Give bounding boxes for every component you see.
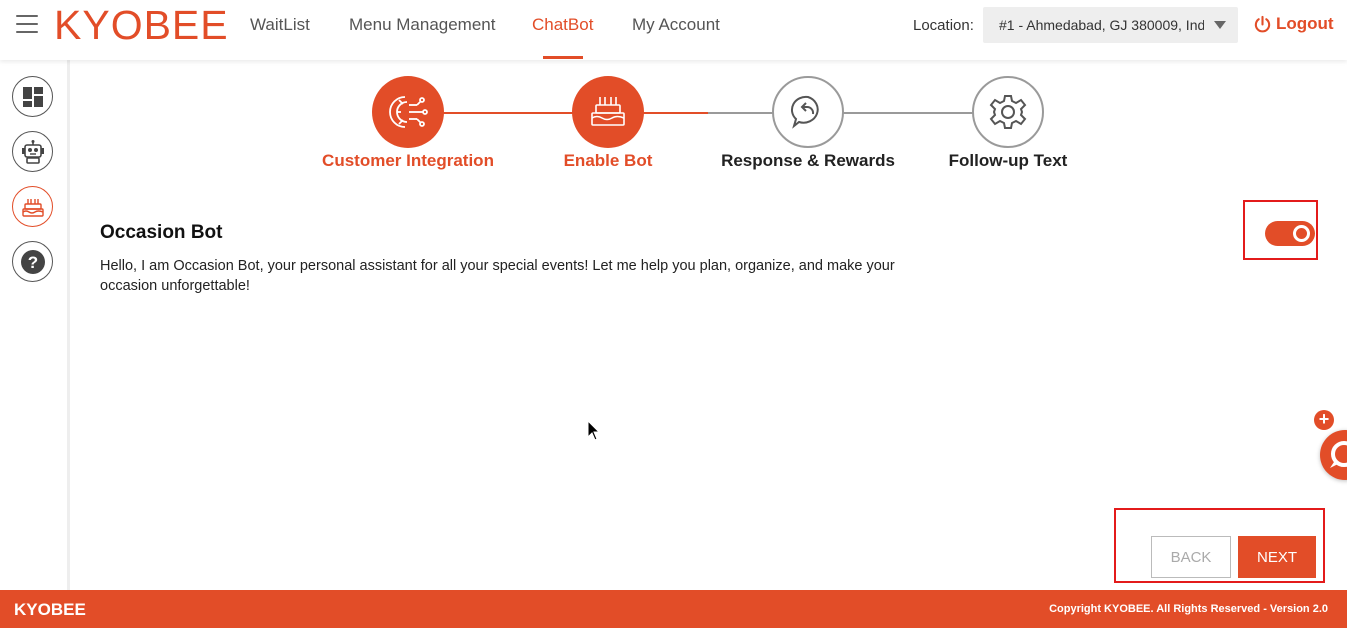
nav-menu-management[interactable]: Menu Management — [349, 15, 495, 35]
birthday-cake-icon — [21, 198, 44, 217]
svg-text:?: ? — [27, 253, 37, 272]
mouse-cursor-icon — [587, 420, 601, 441]
logout-label: Logout — [1276, 14, 1334, 33]
chat-support-icon[interactable] — [1320, 430, 1347, 480]
next-button[interactable]: NEXT — [1238, 536, 1316, 578]
help-icon: ? — [20, 249, 45, 274]
app-root: KYOBEE WaitList Menu Management ChatBot … — [0, 0, 1347, 628]
step-enable-bot[interactable] — [572, 76, 644, 148]
birthday-cake-icon — [591, 97, 625, 126]
step-label-enable-bot: Enable Bot — [563, 151, 653, 170]
step-label-response-rewards: Response & Rewards — [721, 151, 895, 170]
nav-chatbot[interactable]: ChatBot — [532, 15, 593, 35]
step-label-follow-up-text: Follow-up Text — [948, 151, 1068, 170]
top-header: KYOBEE WaitList Menu Management ChatBot … — [0, 0, 1347, 60]
sidebar-item-occasion[interactable] — [12, 186, 53, 227]
hamburger-menu-icon[interactable] — [16, 15, 38, 35]
step-response-rewards[interactable] — [772, 76, 844, 148]
reply-chat-icon — [790, 95, 819, 129]
dashboard-icon — [22, 86, 43, 107]
nav-buttons-highlight-box: BACK NEXT — [1114, 508, 1325, 583]
robot-icon — [21, 139, 44, 164]
caret-down-icon — [1214, 21, 1226, 29]
nav-waitlist[interactable]: WaitList — [250, 15, 310, 35]
integration-icon — [389, 96, 428, 128]
add-chat-icon[interactable]: + — [1314, 410, 1334, 430]
step-follow-up-text[interactable] — [972, 76, 1044, 148]
logout-button[interactable]: Logout — [1253, 14, 1334, 34]
location-value: #1 - Ahmedabad, GJ 380009, India — [999, 17, 1204, 33]
footer-copyright: Copyright KYOBEE. All Rights Reserved - … — [1049, 603, 1328, 615]
back-button[interactable]: BACK — [1151, 536, 1231, 578]
toggle-knob — [1293, 225, 1310, 242]
gear-icon — [989, 95, 1027, 129]
power-icon — [1254, 15, 1271, 32]
footer-brand: KYOBEE — [14, 600, 86, 619]
sidebar-item-help[interactable]: ? — [12, 241, 53, 282]
footer: KYOBEE Copyright KYOBEE. All Rights Rese… — [0, 590, 1347, 628]
enable-bot-toggle[interactable] — [1265, 221, 1315, 246]
step-customer-integration[interactable] — [372, 76, 444, 148]
toggle-highlight-box — [1243, 200, 1318, 260]
bot-description: Hello, I am Occasion Bot, your personal … — [100, 258, 895, 294]
bot-title: Occasion Bot — [100, 222, 223, 243]
active-nav-indicator — [543, 56, 583, 59]
brand-logo[interactable]: KYOBEE — [54, 2, 229, 49]
sidebar-item-dashboard[interactable] — [12, 76, 53, 117]
location-label: Location: — [913, 17, 974, 34]
step-label-customer-integration: Customer Integration — [322, 151, 494, 170]
location-select[interactable]: #1 - Ahmedabad, GJ 380009, India — [983, 7, 1238, 43]
sidebar-item-robot[interactable] — [12, 131, 53, 172]
nav-my-account[interactable]: My Account — [632, 15, 720, 35]
left-sidebar: ? — [0, 60, 70, 590]
